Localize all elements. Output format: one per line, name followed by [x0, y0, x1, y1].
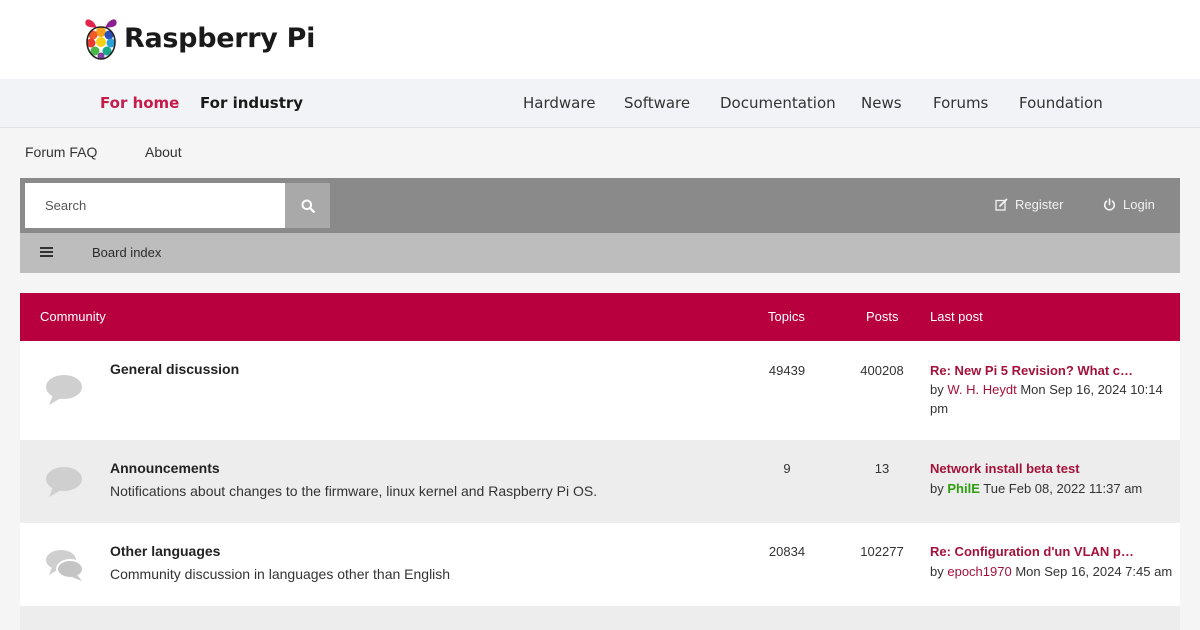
login-button[interactable]: Login	[1103, 197, 1155, 212]
power-icon	[1103, 198, 1116, 211]
forum-title[interactable]: Other languages	[110, 543, 220, 559]
nav-news[interactable]: News	[861, 94, 902, 112]
posts-count: 102277	[860, 544, 904, 559]
forum-row[interactable]: Announcements Notifications about change…	[20, 440, 1180, 523]
forum-row[interactable]	[20, 606, 1180, 630]
topics-count: 49439	[768, 363, 806, 378]
header-topics: Topics	[768, 309, 805, 324]
forum-row[interactable]: General discussion 49439 400208 Re: New …	[20, 341, 1180, 440]
last-post-user[interactable]: W. H. Heydt	[947, 382, 1016, 397]
last-post-link[interactable]: Re: New Pi 5 Revision? What c…	[930, 363, 1133, 378]
last-post-date: Mon Sep 16, 2024 7:45 am	[1015, 564, 1173, 579]
last-post-meta: by PhilE Tue Feb 08, 2022 11:37 am	[930, 479, 1175, 498]
last-post-by: by	[930, 382, 944, 397]
header-community: Community	[40, 309, 106, 324]
header-last-post: Last post	[930, 309, 983, 324]
forum-row[interactable]: Other languages Community discussion in …	[20, 523, 1180, 606]
nav-foundation[interactable]: Foundation	[1019, 94, 1103, 112]
last-post-date: Tue Feb 08, 2022 11:37 am	[983, 481, 1143, 496]
forum-title[interactable]: Announcements	[110, 460, 220, 476]
breadcrumb-board-index[interactable]: Board index	[92, 245, 161, 260]
topics-count: 20834	[768, 544, 806, 559]
edit-icon	[995, 198, 1008, 211]
last-post-link[interactable]: Network install beta test	[930, 461, 1080, 476]
search-icon	[301, 199, 315, 213]
forum-table-header: Community Topics Posts Last post	[20, 293, 1180, 341]
last-post-by: by	[930, 564, 944, 579]
speech-bubbles-icon	[46, 550, 84, 581]
nav-hardware[interactable]: Hardware	[523, 94, 595, 112]
nav-forums[interactable]: Forums	[933, 94, 988, 112]
topics-count: 9	[783, 461, 791, 476]
nav-for-industry[interactable]: For industry	[200, 94, 303, 112]
about-link[interactable]: About	[145, 144, 182, 160]
forum-description: Notifications about changes to the firmw…	[110, 483, 598, 499]
search-button[interactable]	[285, 183, 330, 228]
site-header: Raspberry Pi	[0, 0, 1200, 79]
sub-nav: Forum FAQ About	[0, 128, 1200, 178]
brand-name: Raspberry Pi	[124, 22, 316, 54]
breadcrumb: Board index	[20, 233, 1180, 273]
nav-documentation[interactable]: Documentation	[720, 94, 836, 112]
last-post-user[interactable]: PhilE	[947, 481, 980, 496]
speech-bubble-icon	[46, 375, 82, 405]
forum-title[interactable]: General discussion	[110, 361, 239, 377]
raspberry-logo-icon	[85, 19, 117, 60]
search-input[interactable]	[25, 183, 285, 228]
last-post-by: by	[930, 481, 944, 496]
site-logo[interactable]: Raspberry Pi	[83, 15, 315, 61]
main-nav: For home For industry Hardware Software …	[0, 79, 1200, 128]
posts-count: 13	[874, 461, 890, 476]
login-label: Login	[1123, 197, 1155, 212]
search-bar: Register Login	[20, 178, 1180, 233]
menu-icon[interactable]	[40, 246, 53, 258]
last-post-meta: by W. H. Heydt Mon Sep 16, 2024 10:14 pm	[930, 380, 1175, 418]
header-posts: Posts	[866, 309, 899, 324]
last-post-meta: by epoch1970 Mon Sep 16, 2024 7:45 am	[930, 562, 1175, 581]
forum-description: Community discussion in languages other …	[110, 566, 451, 582]
last-post-user[interactable]: epoch1970	[947, 564, 1011, 579]
last-post-link[interactable]: Re: Configuration d'un VLAN p…	[930, 544, 1134, 559]
nav-software[interactable]: Software	[624, 94, 690, 112]
register-label: Register	[1015, 197, 1064, 212]
register-button[interactable]: Register	[995, 197, 1063, 212]
nav-for-home[interactable]: For home	[100, 94, 179, 112]
forum-faq-link[interactable]: Forum FAQ	[25, 144, 97, 160]
speech-bubble-icon	[46, 467, 82, 497]
posts-count: 400208	[860, 363, 904, 378]
